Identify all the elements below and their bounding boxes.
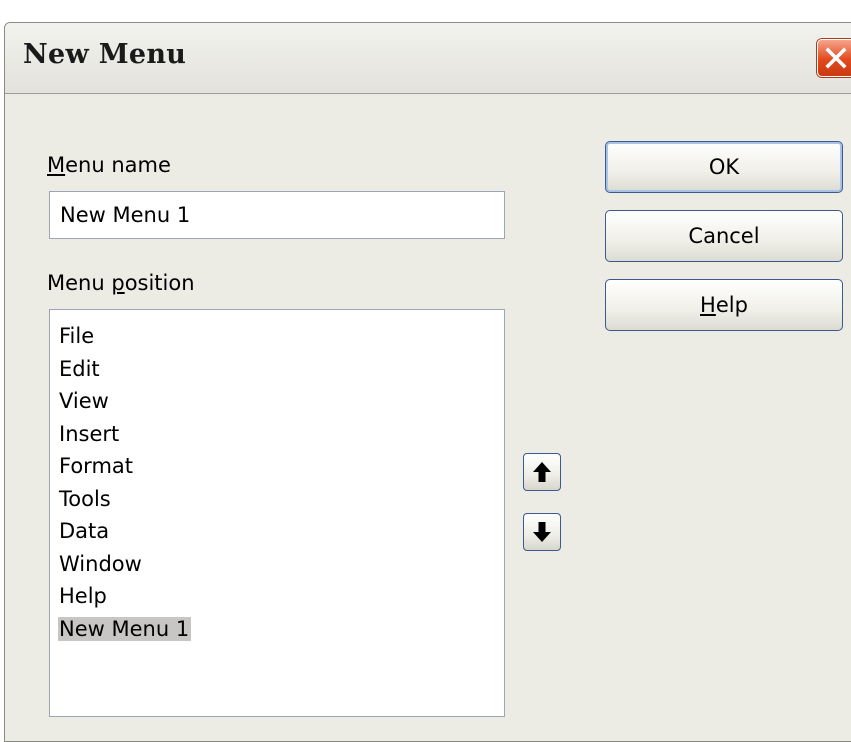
dialog-title: New Menu	[23, 39, 187, 70]
list-item-data[interactable]: Data	[50, 515, 504, 548]
title-bar[interactable]: New Menu	[5, 23, 851, 94]
list-item-insert[interactable]: Insert	[50, 418, 504, 451]
ok-button[interactable]: OK	[605, 141, 843, 193]
list-item-tools[interactable]: Tools	[50, 483, 504, 516]
list-item-edit[interactable]: Edit	[50, 353, 504, 386]
close-button[interactable]	[817, 39, 851, 77]
menu-position-label: Menu position	[47, 271, 195, 295]
menu-position-list[interactable]: File Edit View Insert Format Tools Data …	[49, 309, 505, 717]
arrow-down-icon	[533, 522, 551, 542]
move-up-button[interactable]	[523, 453, 561, 491]
list-item-new-menu-selected[interactable]: New Menu 1	[50, 613, 504, 646]
help-button[interactable]: Help	[605, 279, 843, 331]
menu-name-input[interactable]	[49, 191, 505, 239]
new-menu-dialog: New Menu Menu name Menu position File Ed…	[4, 22, 851, 742]
list-item-view[interactable]: View	[50, 385, 504, 418]
arrow-up-icon	[533, 462, 551, 482]
cancel-button[interactable]: Cancel	[605, 210, 843, 262]
list-item-window[interactable]: Window	[50, 548, 504, 581]
move-down-button[interactable]	[523, 513, 561, 551]
menu-name-label: Menu name	[47, 153, 171, 177]
list-item-help[interactable]: Help	[50, 580, 504, 613]
list-item-file[interactable]: File	[50, 320, 504, 353]
close-icon	[825, 47, 847, 69]
list-item-format[interactable]: Format	[50, 450, 504, 483]
